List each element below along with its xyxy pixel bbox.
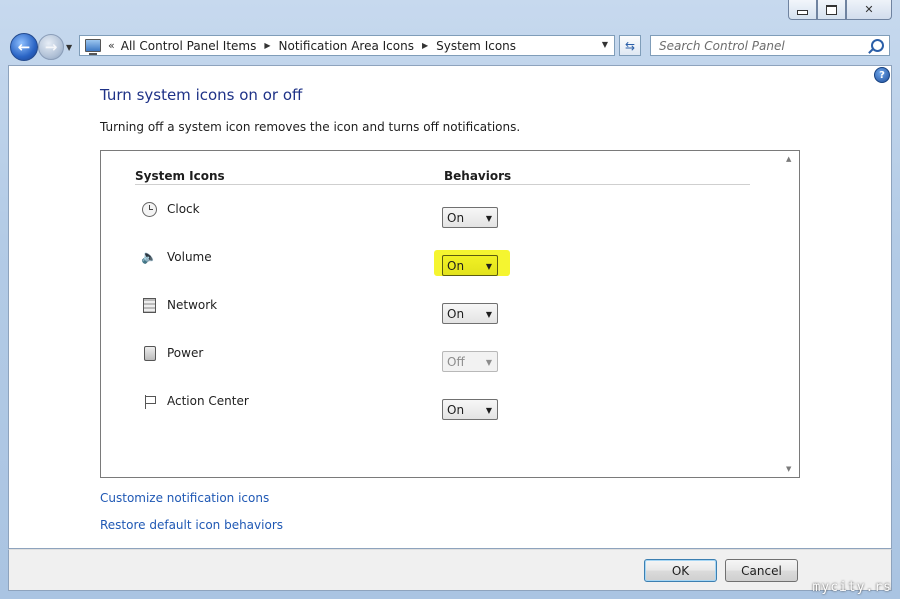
watermark: mycity.rs (812, 580, 892, 595)
system-icon-row-volume: 🔈 Volume On ▼ (101, 249, 781, 279)
page-description: Turning off a system icon removes the ic… (100, 120, 521, 134)
breadcrumb-system-icons[interactable]: System Icons (436, 39, 516, 53)
system-icon-row-action-center: Action Center On ▼ (101, 393, 781, 423)
minimize-icon (797, 10, 808, 15)
breadcrumb-separator-icon[interactable]: ▶ (264, 41, 270, 50)
system-icon-row-network: Network On ▼ (101, 297, 781, 327)
help-icon[interactable]: ? (874, 67, 890, 83)
scroll-down-icon[interactable]: ▼ (786, 465, 791, 473)
power-behavior-select: Off ▼ (442, 351, 498, 372)
dropdown-arrow-icon: ▼ (485, 406, 492, 415)
close-icon: ✕ (864, 3, 874, 16)
recent-pages-dropdown-icon[interactable]: ▼ (66, 43, 72, 52)
network-icon (141, 297, 158, 314)
row-label: Clock (167, 202, 200, 216)
row-label: Power (167, 346, 204, 360)
refresh-icon: ⇆ (624, 38, 636, 53)
address-bar[interactable]: « All Control Panel Items ▶ Notification… (79, 35, 615, 56)
refresh-button[interactable]: ⇆ (619, 35, 641, 56)
clock-icon (141, 201, 158, 218)
select-value: On (447, 402, 465, 417)
ok-button[interactable]: OK (644, 559, 717, 582)
clock-behavior-select[interactable]: On ▼ (442, 207, 498, 228)
address-dropdown-icon[interactable]: ▼ (602, 40, 608, 49)
forward-button[interactable]: → (38, 34, 64, 60)
customize-notification-icons-link[interactable]: Customize notification icons (100, 491, 269, 505)
forward-arrow-icon: → (44, 38, 58, 56)
dropdown-arrow-icon: ▼ (485, 358, 492, 367)
select-value: On (447, 258, 465, 273)
header-divider (135, 184, 750, 185)
row-label: Action Center (167, 394, 249, 408)
scroll-up-icon[interactable]: ▲ (786, 155, 791, 163)
vertical-scrollbar[interactable]: ▲ ▼ (782, 151, 799, 477)
restore-default-behaviors-link[interactable]: Restore default icon behaviors (100, 518, 283, 532)
system-icon-row-clock: Clock On ▼ (101, 201, 781, 231)
system-icon-row-power: Power Off ▼ (101, 345, 781, 375)
cancel-button[interactable]: Cancel (725, 559, 798, 582)
address-overflow-chevron[interactable]: « (108, 39, 115, 52)
breadcrumb-notification-area-icons[interactable]: Notification Area Icons (279, 39, 414, 53)
window-frame: ✕ ← → ▼ « All Control Panel Items ▶ Noti… (0, 0, 900, 599)
back-arrow-icon: ← (17, 38, 31, 56)
row-label: Network (167, 298, 218, 312)
back-button[interactable]: ← (10, 33, 38, 61)
select-value: Off (447, 354, 465, 369)
page-title: Turn system icons on or off (100, 86, 303, 104)
power-icon (141, 345, 158, 362)
dropdown-arrow-icon: ▼ (485, 214, 492, 223)
select-value: On (447, 306, 465, 321)
volume-behavior-select[interactable]: On ▼ (442, 255, 498, 276)
minimize-button[interactable] (788, 0, 817, 20)
volume-icon: 🔈 (141, 250, 158, 265)
close-button[interactable]: ✕ (846, 0, 892, 20)
action-center-behavior-select[interactable]: On ▼ (442, 399, 498, 420)
control-panel-icon (85, 39, 101, 55)
column-header-system-icons: System Icons (135, 169, 225, 183)
search-box[interactable] (650, 35, 890, 56)
caption-buttons: ✕ (788, 0, 892, 20)
maximize-button[interactable] (817, 0, 846, 20)
network-behavior-select[interactable]: On ▼ (442, 303, 498, 324)
flag-icon (141, 393, 158, 410)
dialog-footer: OK Cancel (8, 549, 892, 591)
breadcrumb-all-control-panel-items[interactable]: All Control Panel Items (121, 39, 257, 53)
select-value: On (447, 210, 465, 225)
search-icon[interactable] (871, 39, 884, 52)
system-icons-panel: ▲ ▼ System Icons Behaviors Clock On ▼ 🔈 … (100, 150, 800, 478)
dropdown-arrow-icon: ▼ (485, 262, 492, 271)
dropdown-arrow-icon: ▼ (485, 310, 492, 319)
column-header-behaviors: Behaviors (444, 169, 512, 183)
content-area: ? Turn system icons on or off Turning of… (8, 65, 892, 549)
breadcrumb-separator-icon[interactable]: ▶ (422, 41, 428, 50)
maximize-icon (826, 4, 837, 15)
row-label: Volume (167, 250, 212, 264)
search-input[interactable] (657, 37, 871, 54)
